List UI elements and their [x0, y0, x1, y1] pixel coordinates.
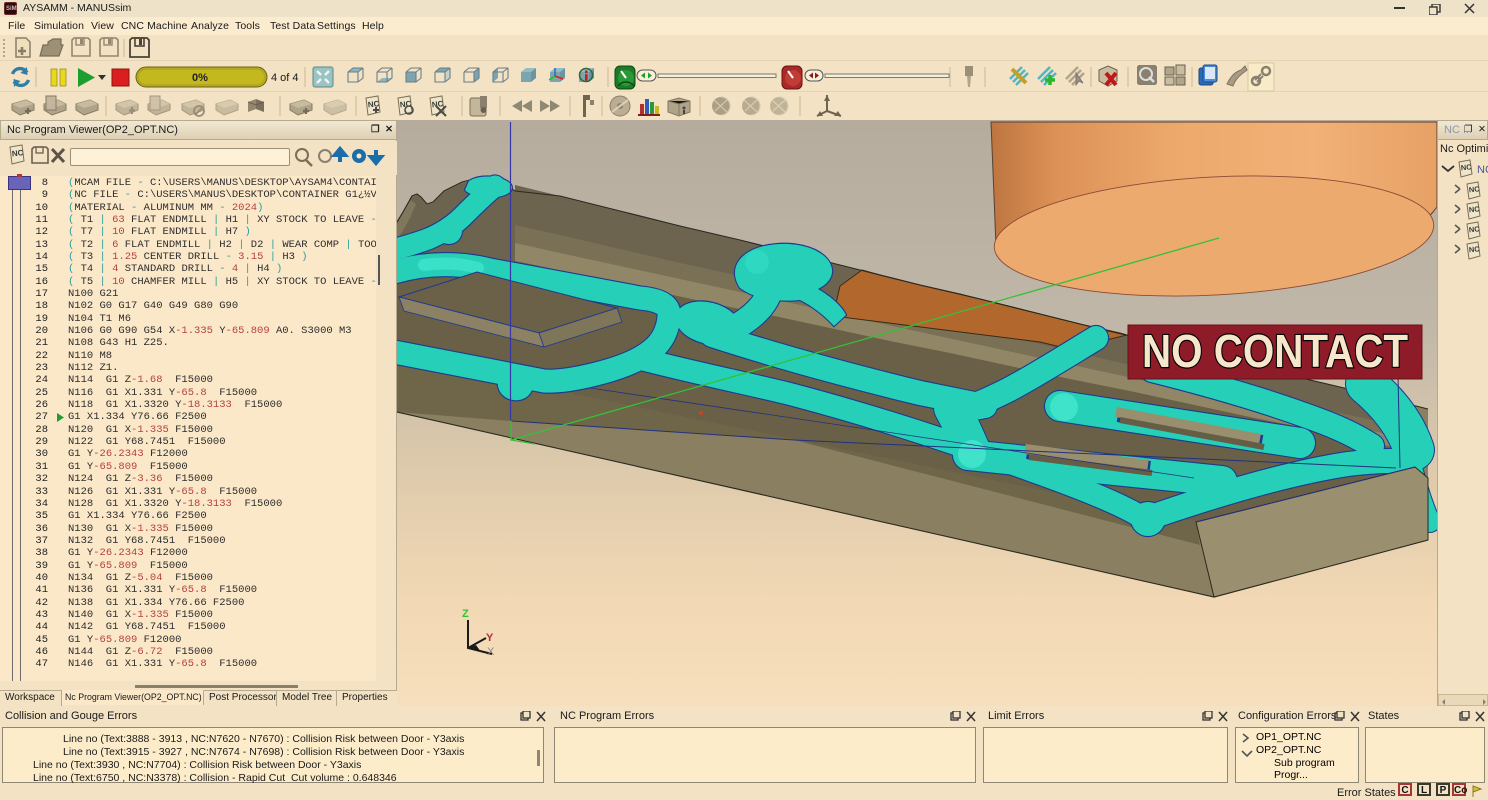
svg-text:NC: NC [1460, 162, 1472, 172]
svg-text:Z: Z [462, 608, 469, 620]
svg-text:0%: 0% [192, 72, 208, 84]
svg-text:Y: Y [486, 632, 494, 644]
svg-text:NC: NC [1468, 224, 1480, 234]
svg-text:NO CONTACT: NO CONTACT [1142, 325, 1408, 377]
svg-text:NC: NC [1468, 244, 1480, 254]
svg-text:4 of 4: 4 of 4 [271, 72, 299, 84]
svg-text:X: X [487, 646, 495, 658]
svg-text:NC: NC [1468, 184, 1480, 194]
svg-text:NC: NC [1468, 204, 1480, 214]
svg-text:NC: NC [11, 148, 24, 158]
svg-text:NC: NC [1477, 164, 1488, 176]
svg-text:NC: NC [367, 99, 380, 109]
